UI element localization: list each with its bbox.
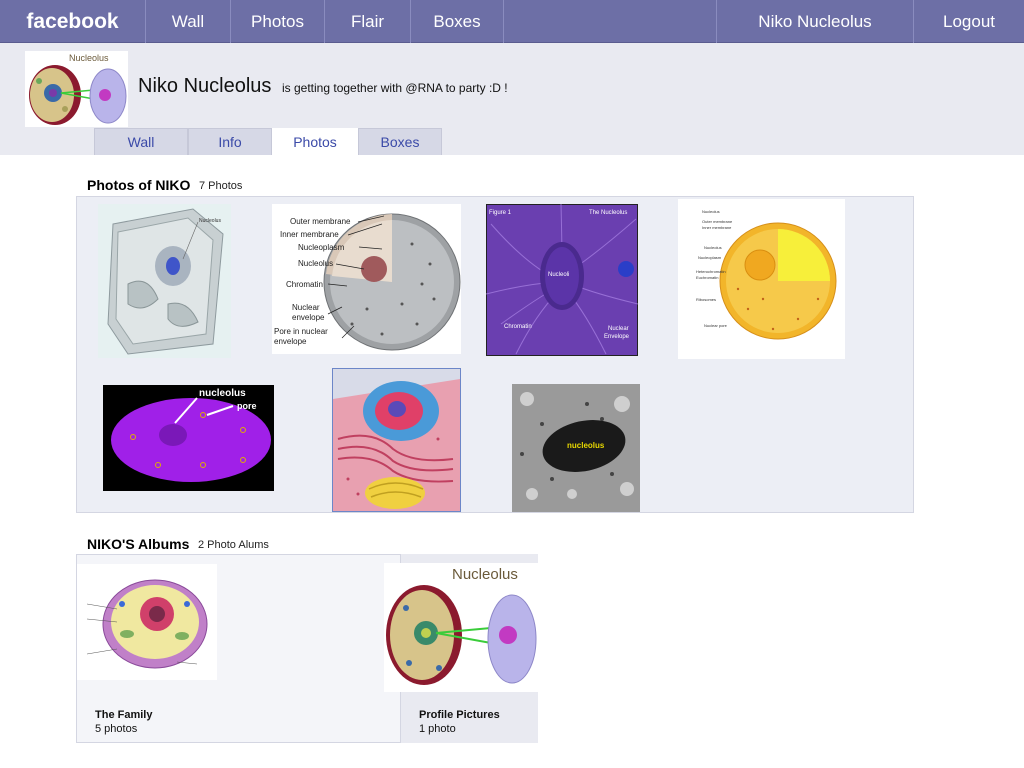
label-envelope: envelope <box>292 313 325 322</box>
label-nucleolus: nucleolus <box>567 441 605 450</box>
nav-photos[interactable]: Photos <box>231 0 325 43</box>
album-name-profile-pictures[interactable]: Profile Pictures <box>419 709 500 721</box>
status-text: is getting together with @RNA to party :… <box>282 81 508 95</box>
label-ribosomes: Ribosomes <box>696 297 716 302</box>
photo-cell-cutaway[interactable] <box>332 368 461 512</box>
label-nucleolus: nucleolus <box>199 388 246 399</box>
label-outer-membrane: Outer membrane <box>290 217 351 226</box>
facebook-logo[interactable]: facebook <box>0 0 146 43</box>
logout-button[interactable]: Logout <box>914 0 1024 43</box>
nav-flair[interactable]: Flair <box>325 0 411 43</box>
photo-label: Nucleolus <box>199 218 221 224</box>
photo-yellow-nucleus[interactable]: Nucleolus Outer membrane Inner membrane … <box>678 199 845 359</box>
photo-magenta-nucleus[interactable]: nucleolus pore <box>103 385 274 491</box>
label-nuclear: Nuclear <box>608 326 629 332</box>
label-figure: Figure 1 <box>489 210 512 216</box>
label-chromatin: Chromatin <box>504 324 532 330</box>
tab-wall[interactable]: Wall <box>94 128 188 155</box>
label-nucleoli: Nucleoli <box>548 272 569 278</box>
albums-count: 2 Photo Alums <box>198 539 269 551</box>
nav-boxes[interactable]: Boxes <box>411 0 504 43</box>
label-heterochromatin: Heterochromatin <box>696 269 726 274</box>
photo-purple-nucleus[interactable]: Figure 1 The Nucleolus Nucleoli Chromati… <box>486 204 638 356</box>
label-inner-membrane: Inner membrane <box>702 225 732 230</box>
tab-photos[interactable]: Photos <box>272 128 358 155</box>
photo-cell-3d[interactable]: Nucleolus <box>98 204 231 358</box>
label-pore: pore <box>237 401 257 411</box>
top-navigation-bar: facebook Wall Photos Flair Boxes Niko Nu… <box>0 0 1024 43</box>
tab-boxes[interactable]: Boxes <box>358 128 442 155</box>
album-count-profile-pictures: 1 photo <box>419 723 456 735</box>
albums-title: NIKO'S Albums <box>87 536 190 552</box>
label-nucleolus: Nucleolus <box>298 259 333 268</box>
label-outer-membrane: Outer membrane <box>702 219 733 224</box>
label-nuclear: Nuclear <box>292 303 320 312</box>
profile-avatar[interactable]: Nucleolus <box>25 51 128 127</box>
album-name-family[interactable]: The Family <box>95 709 152 721</box>
album-count-family: 5 photos <box>95 723 138 735</box>
label-nuclear-pore: Nuclear pore <box>704 323 728 328</box>
label-nucleoplasm: Nucleoplasm <box>298 243 345 252</box>
label-title: The Nucleolus <box>589 210 627 216</box>
avatar-label: Nucleolus <box>69 53 109 63</box>
album-cover-profile-pictures[interactable]: Nucleolus <box>384 563 538 692</box>
album-cover-label: Nucleolus <box>452 566 518 583</box>
photos-count: 7 Photos <box>199 180 243 192</box>
label-inner-membrane: Inner membrane <box>280 230 339 239</box>
label-pore-envelope: envelope <box>274 337 307 346</box>
photo-micrograph[interactable]: nucleolus <box>512 384 640 512</box>
photo-nucleus-diagram[interactable]: Outer membrane Inner membrane Nucleoplas… <box>272 204 461 354</box>
photos-title: Photos of NIKO <box>87 177 191 193</box>
label-nucleolus-top: Nucleolus <box>702 209 720 214</box>
album-cover-family[interactable] <box>77 564 217 680</box>
label-euchromatin: Euchromatin <box>696 275 718 280</box>
nav-user-name[interactable]: Niko Nucleolus <box>716 0 914 43</box>
profile-subtabs: Wall Info Photos Boxes <box>94 128 442 155</box>
label-chromatin: Chromatin <box>286 280 323 289</box>
tab-info[interactable]: Info <box>188 128 272 155</box>
label-envelope: Envelope <box>604 334 630 340</box>
profile-name[interactable]: Niko Nucleolus <box>138 75 271 98</box>
label-pore: Pore in nuclear <box>274 327 328 336</box>
label-nucleoplasm: Nucleoplasm <box>698 255 722 260</box>
label-nucleolus: Nucleolus <box>704 245 722 250</box>
nav-wall[interactable]: Wall <box>146 0 231 43</box>
